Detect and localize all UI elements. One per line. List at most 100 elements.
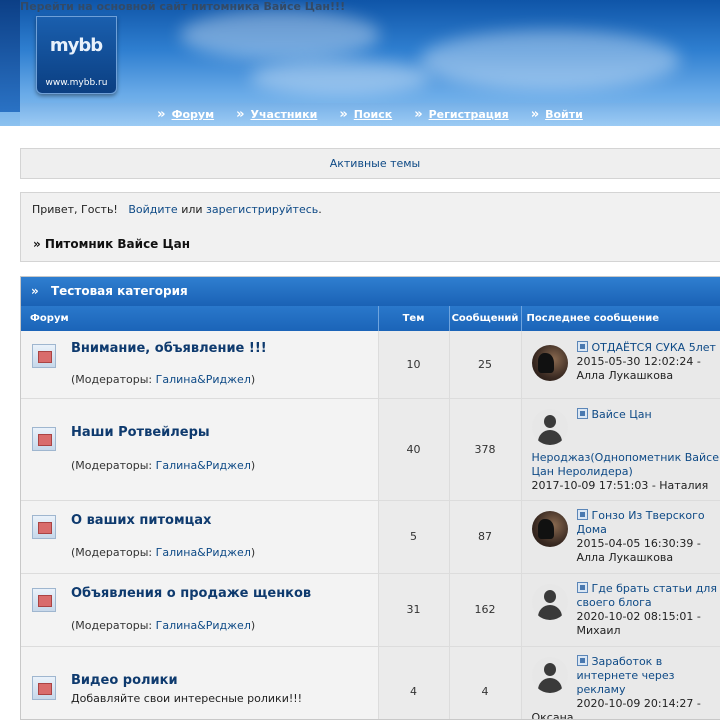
avatar[interactable] xyxy=(531,510,568,547)
topics-count: 5 xyxy=(378,500,450,574)
moderator-link[interactable]: Галина&Риджел xyxy=(156,459,251,472)
last-post-info: Нероджаз(Однопометник Вайсе Цан Неролиде… xyxy=(532,451,720,493)
last-topic-link[interactable]: ОТДАЁТСЯ СУКА 5лет xyxy=(592,341,716,354)
posts-count: 162 xyxy=(449,573,522,647)
double-chevron-icon: » xyxy=(31,284,39,298)
period-text: . xyxy=(318,203,322,216)
last-post-date: 2020-10-02 08:15:01 - xyxy=(576,609,701,623)
last-post-cell: ОТДАЁТСЯ СУКА 5лет 2015-05-30 12:02:24 -… xyxy=(521,331,720,399)
last-post-info: ОТДАЁТСЯ СУКА 5лет 2015-05-30 12:02:24 -… xyxy=(576,341,716,383)
header-left-strip xyxy=(0,0,20,112)
last-post-cell: Где брать статьи для своего блога 2020-1… xyxy=(521,573,720,647)
last-post-author: Оксана xyxy=(531,710,574,720)
active-topics-link[interactable]: Активные темы xyxy=(330,157,421,170)
main-navigation: » Форум » Участники » Поиск » Регистраци… xyxy=(20,103,720,126)
nav-login[interactable]: » Войти xyxy=(531,107,583,122)
forum-icon xyxy=(32,587,56,612)
last-topic-link[interactable]: Гонзо Из Тверского xyxy=(592,509,705,522)
last-topic-link-cont[interactable]: своего блога xyxy=(577,596,652,609)
table-row: Объявления о продаже щенков (Модераторы:… xyxy=(21,573,720,647)
welcome-box: Привет, Гость! Войдите или зарегистрируй… xyxy=(20,192,720,262)
login-link[interactable]: Войдите xyxy=(128,203,177,216)
last-post-author: Алла Лукашкова xyxy=(576,369,674,382)
last-topic-link-cont[interactable]: Нероджаз(Однопометник Вайсе xyxy=(532,451,719,464)
moderator-link[interactable]: Галина&Риджел xyxy=(156,373,251,386)
category-title: Тестовая категория xyxy=(50,284,188,298)
last-topic-link[interactable]: Вайсе Цан xyxy=(592,408,652,421)
posts-count: 378 xyxy=(449,398,522,501)
posts-count: 4 xyxy=(449,646,522,719)
last-topic-head: Вайсе Цан xyxy=(576,407,652,422)
forum-description: Добавляйте свои интересные ролики!!! xyxy=(71,691,303,705)
nav-forum[interactable]: » Форум xyxy=(157,107,214,122)
forum-cell: О ваших питомцах (Модераторы: Галина&Рид… xyxy=(21,500,379,574)
moderators-label: (Модераторы: xyxy=(71,458,153,472)
header-cloud xyxy=(180,10,380,60)
double-chevron-icon: » xyxy=(157,107,166,122)
forum-cell: Внимание, объявление !!! (Модераторы: Га… xyxy=(21,331,379,399)
posts-count: 87 xyxy=(449,500,522,574)
nav-label: Участники xyxy=(250,108,318,121)
moderator-link[interactable]: Галина&Риджел xyxy=(156,619,251,632)
moderators-suffix: ) xyxy=(250,458,256,472)
forum-icon xyxy=(32,344,56,368)
header-cloud xyxy=(250,60,430,95)
category-header: » Тестовая категория xyxy=(21,277,720,306)
moderator-link[interactable]: Галина&Риджел xyxy=(156,546,251,559)
forum-title-link[interactable]: Видео ролики xyxy=(71,673,178,688)
last-topic-link-cont[interactable]: рекламу xyxy=(577,683,626,696)
forum-title-link[interactable]: Наши Ротвейлеры xyxy=(71,425,210,440)
last-post-cell: Гонзо Из Тверского Дома 2015-04-05 16:30… xyxy=(521,500,720,574)
table-row: О ваших питомцах (Модераторы: Галина&Рид… xyxy=(21,500,720,574)
nav-label: Войти xyxy=(545,108,583,121)
forum-title-link[interactable]: О ваших питомцах xyxy=(71,513,211,528)
moderators-suffix: ) xyxy=(250,618,256,632)
breadcrumb[interactable]: » Питомник Вайсе Цан xyxy=(33,237,190,251)
last-post-info: Гонзо Из Тверского Дома 2015-04-05 16:30… xyxy=(576,508,705,565)
avatar[interactable] xyxy=(531,656,568,693)
last-post-cell: Заработок в интернете через рекламу 2020… xyxy=(521,646,720,720)
last-post-info: Заработок в интернете через рекламу 2020… xyxy=(576,654,701,711)
double-chevron-icon: » xyxy=(236,107,245,122)
main-site-link[interactable]: Перейти на основной сайт питомника Вайсе… xyxy=(20,0,345,14)
last-post-date: 2020-10-09 20:14:27 - xyxy=(576,696,701,710)
forum-moderators: (Модераторы: Галина&Риджел) xyxy=(71,546,255,559)
nav-members[interactable]: » Участники xyxy=(236,107,317,122)
last-topic-link[interactable]: Заработок в xyxy=(592,655,663,668)
moderators-label: (Модераторы: xyxy=(71,373,153,386)
avatar[interactable] xyxy=(531,408,568,445)
nav-register[interactable]: » Регистрация xyxy=(414,107,509,122)
double-chevron-icon: » xyxy=(339,107,348,122)
forum-cell: Объявления о продаже щенков (Модераторы:… xyxy=(21,573,379,647)
last-topic-link-cont[interactable]: Цан Неролидера) xyxy=(532,465,633,478)
site-logo[interactable]: mybb www.mybb.ru xyxy=(36,16,117,94)
forum-moderators: (Модераторы: Галина&Риджел) xyxy=(71,373,255,386)
last-post-author: Михаил xyxy=(576,623,621,637)
active-topics-bar: Активные темы xyxy=(20,148,720,179)
greeting-text: Привет, Гость! xyxy=(32,203,118,216)
greeting-line: Привет, Гость! Войдите или зарегистрируй… xyxy=(32,203,322,216)
header-cloud xyxy=(420,30,680,90)
moderators-label: (Модераторы: xyxy=(71,545,153,559)
topic-icon xyxy=(576,341,588,352)
nav-label: Поиск xyxy=(353,108,393,121)
double-chevron-icon: » xyxy=(530,107,540,122)
forum-icon xyxy=(32,514,56,539)
last-topic-link-cont[interactable]: интернете через xyxy=(577,669,675,682)
forum-title-link[interactable]: Объявления о продаже щенков xyxy=(71,586,311,601)
table-row: Наши Ротвейлеры (Модераторы: Галина&Ридж… xyxy=(21,398,720,501)
avatar[interactable] xyxy=(531,583,568,620)
forums-table: Форум Тем Сообщений Последнее сообщение … xyxy=(21,306,720,720)
last-topic-link[interactable]: Где брать статьи для xyxy=(592,582,717,595)
moderators-suffix: ) xyxy=(250,373,256,386)
nav-search[interactable]: » Поиск xyxy=(339,107,392,122)
column-header-last-post: Последнее сообщение xyxy=(521,306,720,331)
forum-moderators: (Модераторы: Галина&Риджел) xyxy=(71,459,255,472)
column-header-posts: Сообщений xyxy=(449,306,522,331)
last-topic-link-cont[interactable]: Дома xyxy=(577,523,607,536)
posts-count: 25 xyxy=(449,331,522,399)
last-post-date: 2015-04-05 16:30:39 - xyxy=(576,536,701,550)
avatar[interactable] xyxy=(531,345,568,381)
register-link[interactable]: зарегистрируйтесь xyxy=(206,203,318,216)
forum-title-link[interactable]: Внимание, объявление !!! xyxy=(71,341,267,356)
